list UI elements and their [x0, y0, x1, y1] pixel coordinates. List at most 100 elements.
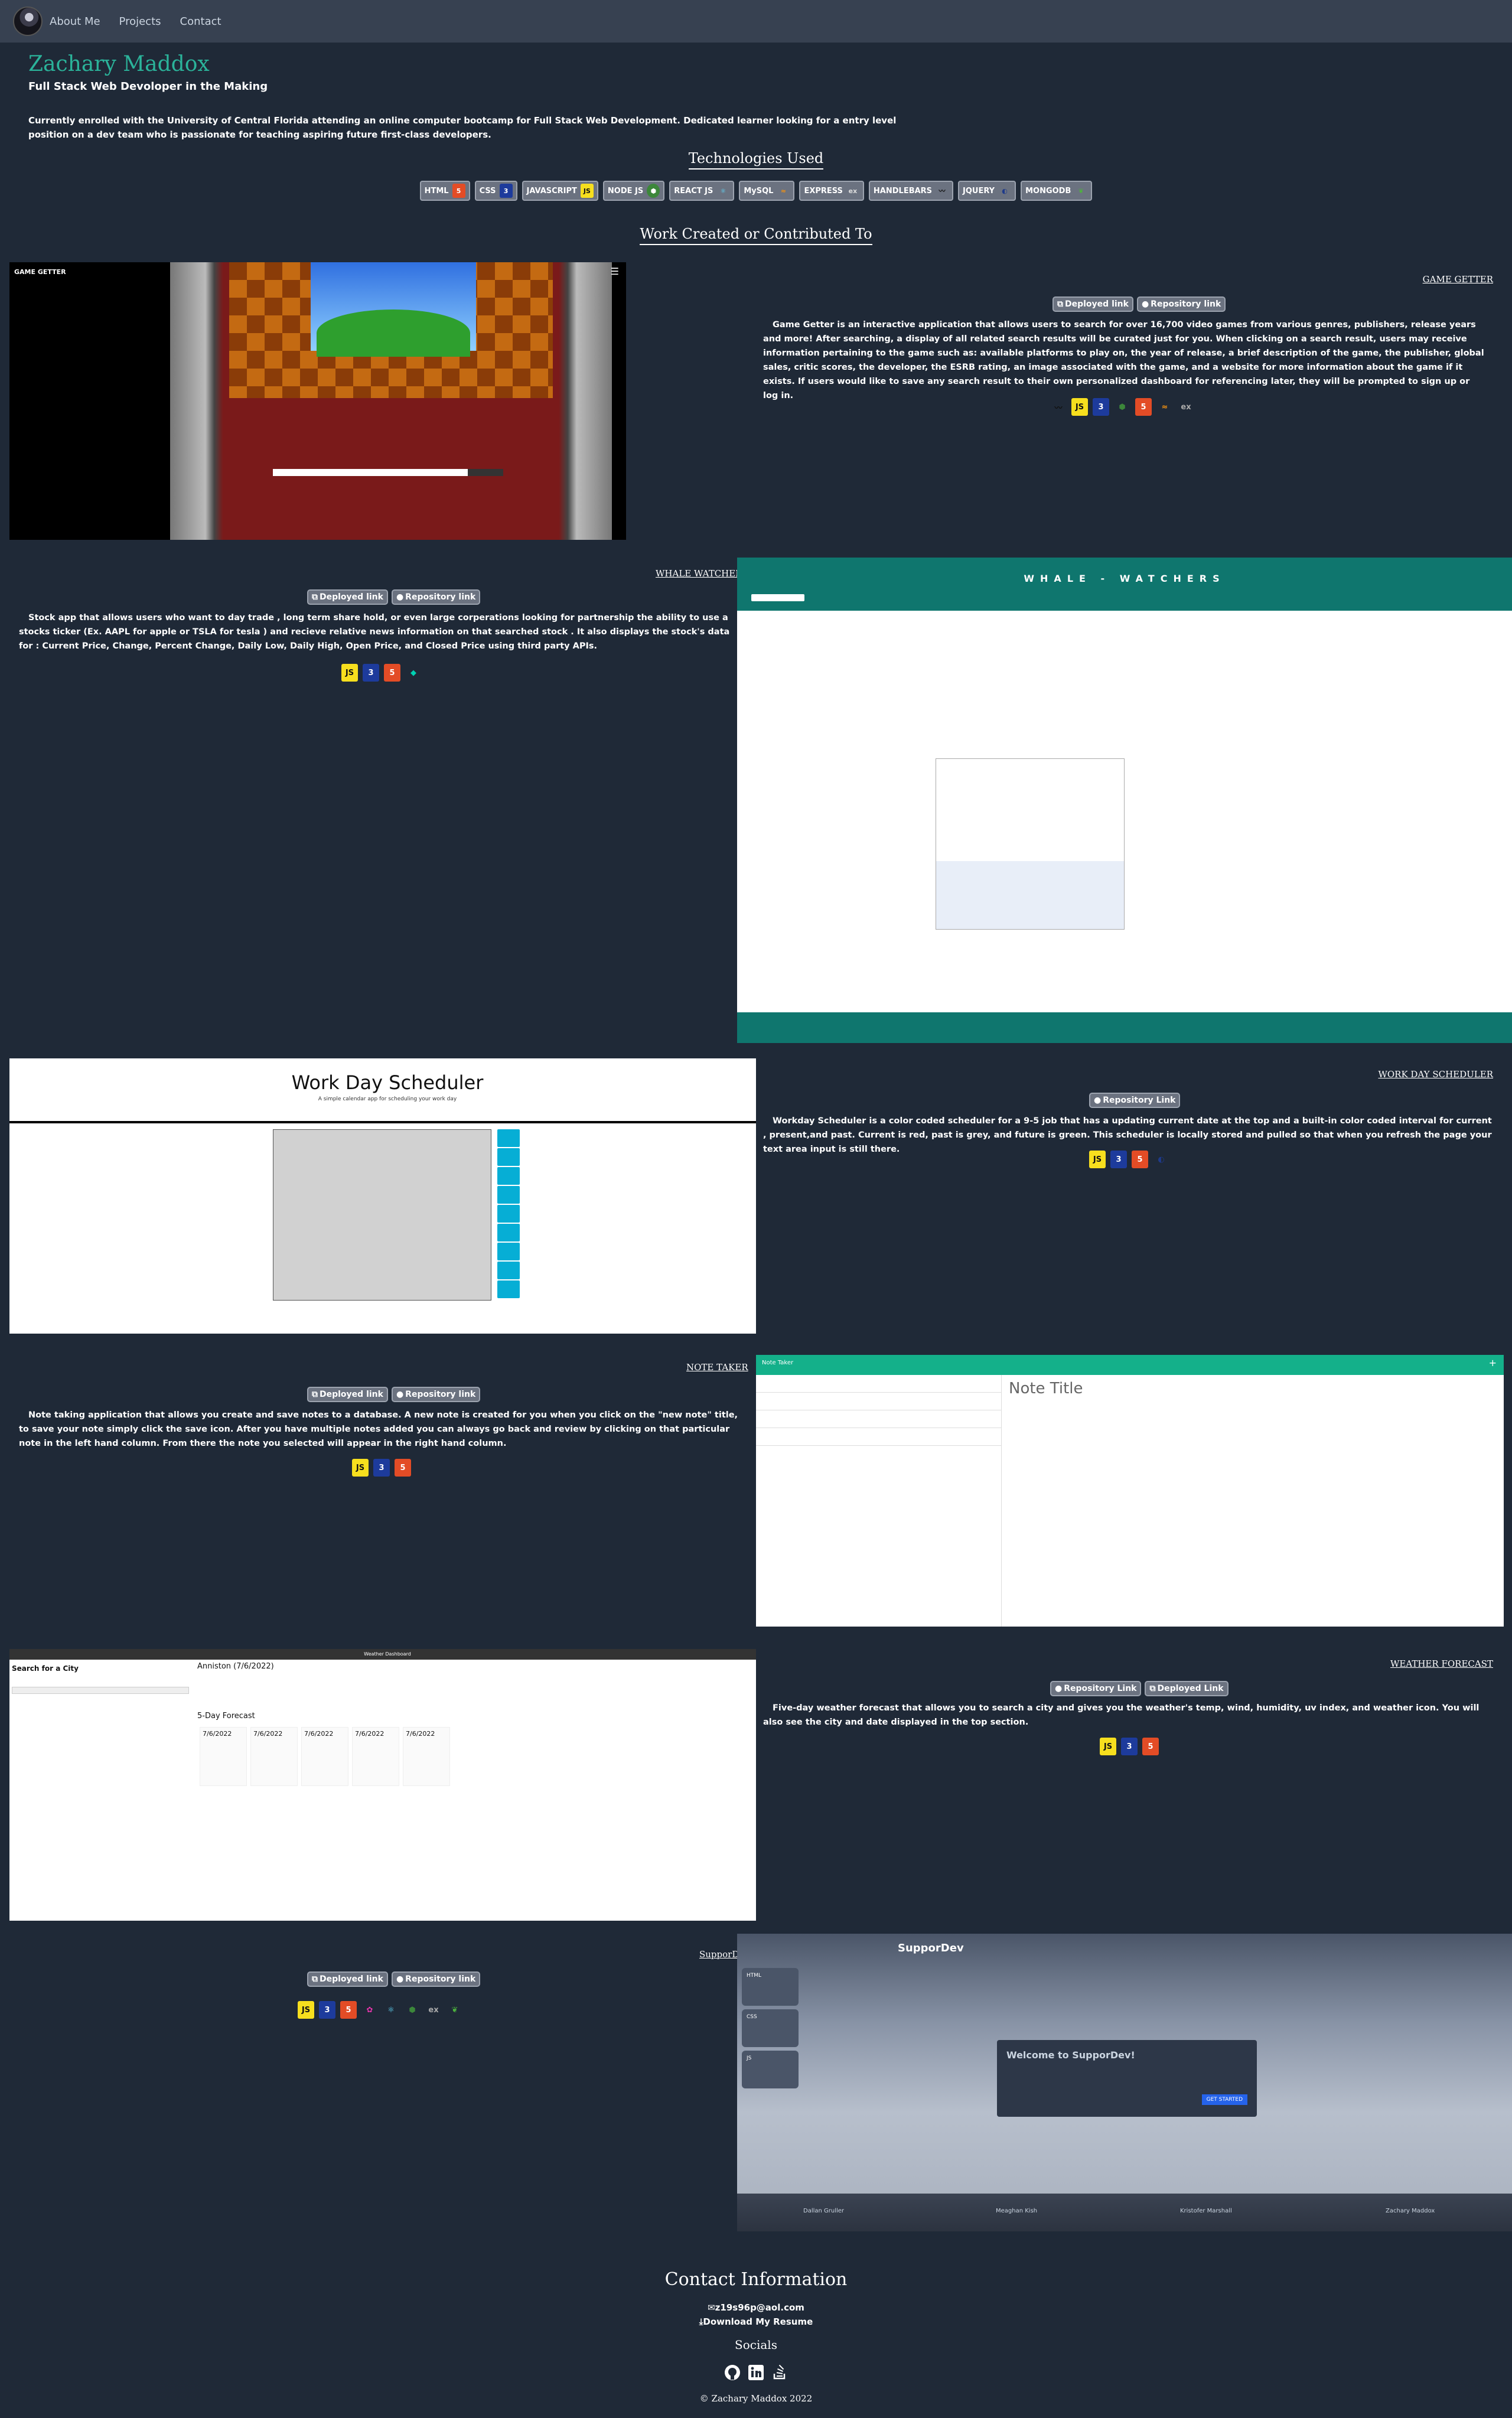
tech-badge-mongodb: MONGODB ❦	[1021, 181, 1093, 201]
link-icon: ⧉	[1149, 1684, 1156, 1693]
screenshot-header: Work Day Scheduler A simple calendar app…	[9, 1058, 756, 1123]
repository-link-button[interactable]: ● Repository link	[391, 1971, 481, 1987]
github-icon: ●	[1141, 299, 1149, 309]
css3-icon: 3	[1121, 1738, 1138, 1755]
deployed-link-button[interactable]: ⧉ Deployed link	[307, 1971, 388, 1987]
email-link[interactable]: ✉z19s96p@aol.com	[0, 2302, 1512, 2313]
project-title-note-taker: NOTE TAKER	[686, 1362, 748, 1373]
role-subtitle: Full Stack Web Devoloper in the Making	[28, 80, 268, 93]
game-getter-screenshot[interactable]: GAME GETTER ☰	[9, 262, 626, 540]
scheduler-save-buttons	[497, 1129, 520, 1299]
js-icon: JS	[1089, 1151, 1106, 1168]
screenshot-header: Weather Dashboard	[9, 1649, 756, 1660]
project-buttons-work-day-scheduler: ● Repository Link	[1089, 1093, 1181, 1108]
jquery-icon: ◐	[1158, 1155, 1165, 1164]
mail-icon: ✉	[708, 2302, 715, 2313]
js-icon: JS	[1100, 1738, 1116, 1755]
html5-icon: 5	[452, 184, 465, 198]
nodejs-icon: ⬢	[409, 2005, 416, 2015]
screenshot-logo: SupporDev	[898, 1942, 964, 1954]
contact-title: Contact Information	[664, 2269, 848, 2290]
bulma-icon: ◆	[410, 668, 416, 677]
sidebar-card: CSS	[742, 2009, 799, 2047]
js-icon: JS	[298, 2001, 314, 2019]
js-icon: JS	[1071, 398, 1088, 416]
forecast-heading: 5-Day Forecast	[197, 1712, 255, 1720]
game-search-button	[468, 469, 503, 476]
deployed-link-button[interactable]: ⧉ Deployed Link	[1145, 1681, 1228, 1696]
project-tech-icons: JS 3 5	[1100, 1738, 1159, 1755]
nodejs-icon: ⬢	[647, 184, 660, 198]
supportdev-screenshot[interactable]: SupporDev HTML CSS JS Welcome to SupporD…	[737, 1934, 1512, 2231]
express-icon: ex	[1181, 402, 1191, 412]
project-title-game-getter: GAME GETTER	[1422, 274, 1493, 285]
repository-link-button[interactable]: ● Repository link	[391, 589, 481, 605]
tech-badge-javascript: JAVASCRIPT JS	[522, 181, 598, 201]
deployed-link-button[interactable]: ⧉ Deployed link	[307, 1387, 388, 1402]
mysql-icon: ≈	[780, 187, 787, 195]
mongodb-icon: ❦	[451, 2005, 458, 2015]
forecast-card: 7/6/2022	[200, 1727, 247, 1786]
repository-link-button[interactable]: ● Repository Link	[1089, 1093, 1181, 1108]
mysql-icon: ≈	[1161, 402, 1168, 412]
copyright: © Zachary Maddox 2022	[699, 2393, 813, 2404]
work-day-scheduler-screenshot[interactable]: Work Day Scheduler A simple calendar app…	[9, 1058, 756, 1334]
screenshot-footer	[737, 1012, 1512, 1043]
nav-about-me[interactable]: About Me	[50, 15, 100, 28]
whale-watchers-screenshot[interactable]: WHALE - WATCHERS	[737, 558, 1512, 1043]
github-icon[interactable]	[724, 2364, 741, 2381]
menu-icon: ☰	[610, 266, 619, 277]
note-list	[756, 1375, 1002, 1627]
weather-dashboard-screenshot[interactable]: Weather Dashboard Search for a City Anni…	[9, 1649, 756, 1921]
screenshot-header: Note Taker +	[756, 1355, 1504, 1375]
deployed-link-button[interactable]: ⧉ Deployed link	[1052, 296, 1133, 312]
city-search-input	[12, 1687, 189, 1694]
search-heading: Search for a City	[12, 1664, 79, 1673]
tech-badge-mysql: MySQL ≈	[739, 181, 795, 201]
project-buttons-whale-watchers: ⧉ Deployed link ● Repository link	[307, 589, 481, 605]
bio-text: Currently enrolled with the University o…	[28, 115, 897, 140]
note-taker-screenshot[interactable]: Note Taker + Note Title	[756, 1355, 1504, 1627]
nav-contact[interactable]: Contact	[180, 15, 221, 28]
nav-projects[interactable]: Projects	[119, 15, 161, 28]
add-note-icon: +	[1488, 1357, 1497, 1368]
forecast-card: 7/6/2022	[352, 1727, 399, 1786]
link-icon: ⧉	[312, 1390, 318, 1399]
work-title: Work Created or Contributed To	[0, 226, 1512, 245]
tech-badge-express: EXPRESS ex	[799, 181, 864, 201]
forecast-card: 7/6/2022	[403, 1727, 450, 1786]
avatar[interactable]	[13, 6, 43, 36]
forecast-card: 7/6/2022	[250, 1727, 298, 1786]
nodejs-icon: ⬢	[1119, 402, 1126, 412]
stackoverflow-icon[interactable]	[771, 2364, 788, 2381]
html5-icon: 5	[1135, 398, 1152, 416]
page-title: Zachary Maddox	[28, 52, 210, 76]
download-resume-link[interactable]: ⤓Download My Resume	[0, 2316, 1512, 2327]
deployed-link-button[interactable]: ⧉ Deployed link	[307, 589, 388, 605]
linkedin-icon[interactable]	[747, 2364, 765, 2381]
screenshot-title: Weather Dashboard	[364, 1651, 411, 1657]
tech-badge-jquery: JQUERY ◐	[958, 181, 1016, 201]
tech-badge-html: HTML 5	[419, 181, 470, 201]
react-icon: ⚛	[387, 2005, 395, 2015]
project-description-game-getter: Game Getter is an interactive applicatio…	[763, 320, 1484, 400]
github-icon: ●	[396, 1974, 404, 1984]
repository-link-button[interactable]: ● Repository link	[391, 1387, 481, 1402]
project-title-work-day-scheduler: WORK DAY SCHEDULER	[1378, 1069, 1493, 1080]
mongodb-icon: ❦	[1078, 187, 1084, 195]
project-description-weather-forecast: Five-day weather forecast that allows yo…	[763, 1703, 1480, 1727]
current-city: Anniston (7/6/2022)	[197, 1662, 274, 1671]
github-icon: ●	[396, 592, 404, 602]
repository-link-button[interactable]: ● Repository Link	[1050, 1681, 1142, 1696]
js-icon: JS	[341, 664, 358, 682]
technologies-list: HTML 5 CSS 3 JAVASCRIPT JS NODE JS ⬢ REACT J…	[0, 181, 1512, 201]
repository-link-button[interactable]: ● Repository link	[1136, 296, 1226, 312]
copyright-icon: ©	[699, 2393, 712, 2404]
css3-icon: 3	[319, 2001, 335, 2019]
link-icon: ⧉	[312, 592, 318, 602]
project-tech-icons: JS 3 5 ◐	[1089, 1151, 1169, 1168]
project-tech-icons: JS 3 5 ◆	[341, 664, 422, 682]
css3-icon: 3	[363, 664, 379, 682]
screenshot-logo: Note Taker	[762, 1360, 794, 1366]
tech-badge-nodejs: NODE JS ⬢	[602, 181, 665, 201]
